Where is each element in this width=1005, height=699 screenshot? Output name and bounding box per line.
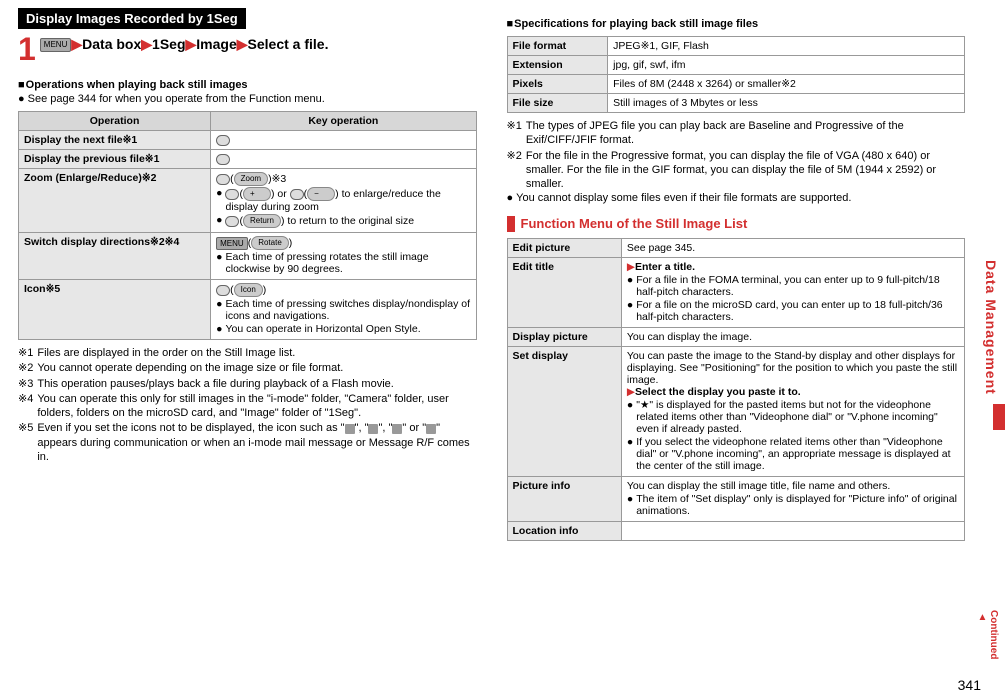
table-row: Display picture You can display the imag… bbox=[507, 328, 965, 347]
menu-pill: MENU bbox=[40, 38, 72, 52]
status-icon bbox=[392, 424, 402, 434]
rotate-pill: Rotate bbox=[251, 236, 289, 250]
table-row: Icon※5 (Icon) ●Each time of pressing swi… bbox=[19, 280, 477, 340]
camera-button-icon bbox=[216, 285, 230, 296]
side-tab-marker bbox=[993, 404, 1005, 430]
step-row: 1 MENU▶Data box▶1Seg▶Image▶Select a file… bbox=[18, 33, 477, 65]
page-number: 341 bbox=[958, 677, 981, 693]
section-header: Display Images Recorded by 1Seg bbox=[18, 8, 246, 29]
center-button-icon bbox=[225, 216, 239, 227]
function-menu-title: Function Menu of the Still Image List bbox=[507, 216, 966, 232]
table-row: File sizeStill images of 3 Mbytes or les… bbox=[507, 94, 965, 113]
table-row: Display the next file※1 bbox=[19, 131, 477, 150]
table-row: Edit picture See page 345. bbox=[507, 239, 965, 258]
side-tab-label: Data Management bbox=[983, 260, 999, 395]
icon-pill: Icon bbox=[234, 283, 263, 297]
table-row: Picture info You can display the still i… bbox=[507, 477, 965, 522]
menu-pill: MENU bbox=[216, 237, 248, 250]
continued-marker: Continued bbox=[977, 610, 999, 659]
table-row: Zoom (Enlarge/Reduce)※2 (Zoom)※3 ●(+) or… bbox=[19, 169, 477, 233]
table-row: Location info bbox=[507, 522, 965, 541]
step-text: MENU▶Data box▶1Seg▶Image▶Select a file. bbox=[40, 33, 329, 53]
op-note: ●See page 344 for when you operate from … bbox=[18, 93, 477, 105]
step-number: 1 bbox=[18, 33, 36, 65]
table-row: Set display You can paste the image to t… bbox=[507, 347, 965, 477]
col-operation: Operation bbox=[19, 112, 211, 131]
col-key-operation: Key operation bbox=[211, 112, 476, 131]
table-row: PixelsFiles of 8M (2448 x 3264) or small… bbox=[507, 75, 965, 94]
table-row: Switch display directions※2※4 MENU(Rotat… bbox=[19, 233, 477, 280]
table-row: File formatJPEG※1, GIF, Flash bbox=[507, 37, 965, 56]
table-row: Display the previous file※1 bbox=[19, 150, 477, 169]
operations-heading: Operations when playing back still image… bbox=[18, 79, 477, 91]
table-row: Edit title ▶Enter a title. ●For a file i… bbox=[507, 258, 965, 328]
status-icon bbox=[368, 424, 378, 434]
center-button-icon bbox=[216, 174, 230, 185]
function-menu-table: Edit picture See page 345. Edit title ▶E… bbox=[507, 238, 966, 541]
status-icon bbox=[345, 424, 355, 434]
status-icon bbox=[426, 424, 436, 434]
nav-right-icon bbox=[216, 135, 230, 146]
footnotes: ※1Files are displayed in the order on th… bbox=[18, 346, 477, 464]
spec-table: File formatJPEG※1, GIF, Flash Extensionj… bbox=[507, 36, 966, 113]
operations-table: Operation Key operation Display the next… bbox=[18, 111, 477, 340]
mail-button-icon bbox=[225, 189, 239, 200]
zoom-pill: Zoom bbox=[234, 172, 268, 186]
minus-pill: − bbox=[307, 187, 335, 201]
mail-button-icon bbox=[290, 189, 304, 200]
nav-left-icon bbox=[216, 154, 230, 165]
plus-pill: + bbox=[243, 187, 271, 201]
spec-heading: Specifications for playing back still im… bbox=[507, 18, 966, 30]
spec-extra: ●You cannot display some files even if t… bbox=[507, 192, 966, 204]
return-pill: Return bbox=[243, 214, 281, 228]
spec-footnotes: ※1The types of JPEG file you can play ba… bbox=[507, 119, 966, 191]
table-row: Extensionjpg, gif, swf, ifm bbox=[507, 56, 965, 75]
